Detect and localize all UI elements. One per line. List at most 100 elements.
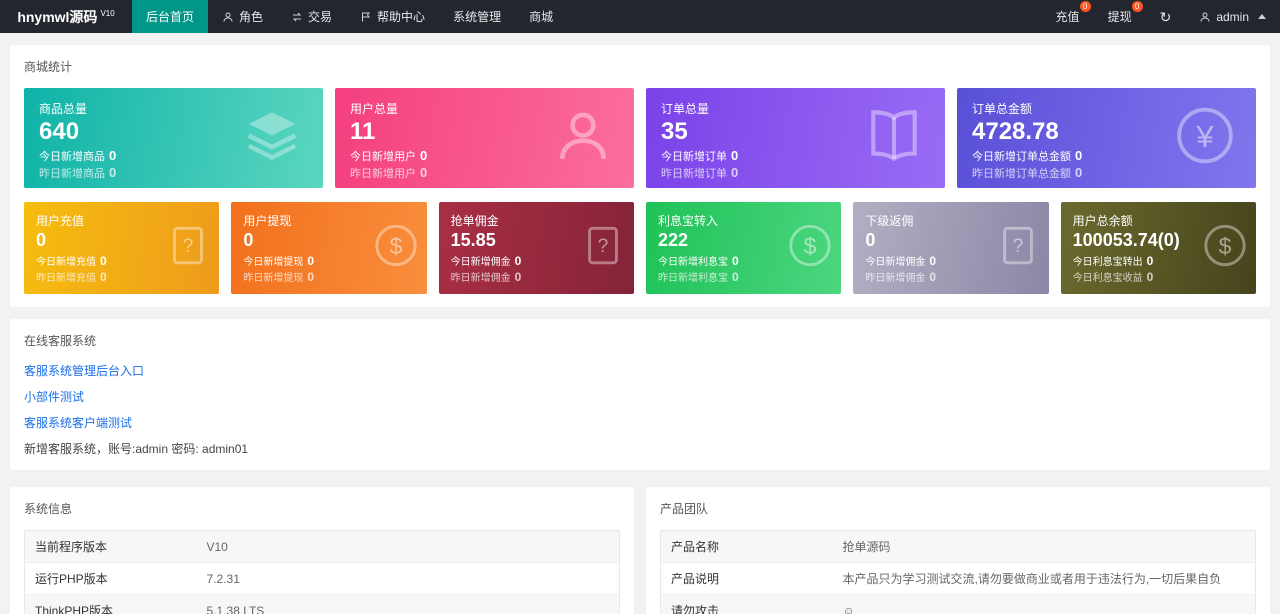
withdraw-badge: 0 <box>1131 1 1143 12</box>
system-info-table: 当前程序版本 V10 运行PHP版本 7.2.31 ThinkPHP版本 5.1… <box>24 530 620 614</box>
caret-up-icon <box>1258 14 1266 19</box>
row-value: 5.1.38 LTS <box>196 594 620 614</box>
today-value: 0 <box>100 254 107 269</box>
today-value: 0 <box>514 254 522 269</box>
navbar-right: 充值 0 提现 0 ↻ admin <box>1042 0 1280 33</box>
table-row: 产品说明 本产品只为学习测试交流,请勿要做商业或者用于违法行为,一切后果自负 <box>660 562 1256 595</box>
app-version: V10 <box>100 9 115 18</box>
service-admin-entry-link[interactable]: 客服系统管理后台入口 <box>24 362 1256 379</box>
service-client-test-link[interactable]: 客服系统客户端测试 <box>24 414 1256 431</box>
row-value: 抢单源码 <box>832 530 1256 563</box>
app-logo[interactable]: hnymwl源码 V10 <box>0 0 132 33</box>
stat-card-user-balance: 用户总余额 100053.74(0) 今日利息宝转出 0 今日利息宝收益 0 $ <box>1060 202 1256 294</box>
person-icon <box>222 11 234 23</box>
nav-item-roles[interactable]: 角色 <box>208 0 277 33</box>
table-row: 运行PHP版本 7.2.31 <box>24 562 620 595</box>
nav-item-trade[interactable]: 交易 <box>277 0 346 33</box>
yesterday-label: 昨日新增用户 <box>350 168 416 180</box>
top-navbar: hnymwl源码 V10 后台首页 角色 交易 帮助中心 系统管理 商城 充值 … <box>0 0 1280 33</box>
today-value: 0 <box>307 254 315 269</box>
yesterday-label: 昨日新增提现 <box>243 273 304 285</box>
svg-text:?: ? <box>183 236 194 257</box>
table-row: 请勿攻击 ☺ <box>660 594 1256 614</box>
today-value: 0 <box>1075 148 1083 163</box>
nav-item-roles-label: 角色 <box>239 10 264 24</box>
nav-item-help[interactable]: 帮助中心 <box>346 0 439 33</box>
table-row: ThinkPHP版本 5.1.38 LTS <box>24 594 620 614</box>
doc-icon: ? <box>165 223 211 274</box>
nav-item-mall[interactable]: 商城 <box>515 0 567 33</box>
svg-text:$: $ <box>389 233 402 259</box>
refresh-icon: ↻ <box>1159 8 1172 25</box>
yesterday-value: 0 <box>1075 165 1083 180</box>
product-team-panel: 产品团队 产品名称 抢单源码 产品说明 本产品只为学习测试交流,请勿要做商业或者… <box>646 487 1270 614</box>
main-nav: 后台首页 角色 交易 帮助中心 系统管理 商城 <box>132 0 567 33</box>
table-row: 产品名称 抢单源码 <box>660 530 1256 563</box>
yesterday-value: 0 <box>514 270 522 285</box>
nav-item-home-label: 后台首页 <box>146 10 195 24</box>
recharge-label: 充值 <box>1055 10 1080 24</box>
today-label: 今日新增充值 <box>36 257 96 269</box>
username: admin <box>1216 9 1249 24</box>
withdraw-label: 提现 <box>1107 10 1132 24</box>
user-icon <box>552 105 614 172</box>
product-team-table: 产品名称 抢单源码 产品说明 本产品只为学习测试交流,请勿要做商业或者用于违法行… <box>660 530 1256 614</box>
row-label: 产品名称 <box>660 530 833 563</box>
yesterday-label: 昨日新增充值 <box>36 273 96 285</box>
today-value: 0 <box>929 254 937 269</box>
today-value: 0 <box>109 148 117 163</box>
stats-panel: 商城统计 商品总量 640 今日新增商品 0 昨日新增商品 0 用户总量 11 今日… <box>10 45 1270 307</box>
stat-card-goods-total: 商品总量 640 今日新增商品 0 昨日新增商品 0 <box>24 88 323 188</box>
today-label: 今日新增商品 <box>39 151 105 163</box>
service-panel: 在线客服系统 客服系统管理后台入口 小部件测试 客服系统客户端测试 新增客服系统… <box>10 319 1270 470</box>
yesterday-label: 昨日新增订单 <box>661 168 727 180</box>
nav-item-trade-label: 交易 <box>308 10 333 24</box>
stat-card-sub-rebate: 下级返佣 0 今日新增佣金 0 昨日新增佣金 0 ? <box>853 202 1049 294</box>
row-value: 7.2.31 <box>196 562 620 595</box>
today-value: 0 <box>731 148 739 163</box>
book-icon <box>863 105 925 172</box>
yesterday-value: 0 <box>1146 270 1154 285</box>
row-label: ThinkPHP版本 <box>24 594 197 614</box>
yesterday-label: 今日利息宝收益 <box>1072 273 1143 285</box>
nav-item-home[interactable]: 后台首页 <box>132 0 209 33</box>
stat-card-users-total: 用户总量 11 今日新增用户 0 昨日新增用户 0 <box>335 88 634 188</box>
user-icon <box>1199 11 1211 23</box>
layers-icon <box>241 105 303 172</box>
table-row: 当前程序版本 V10 <box>24 530 620 563</box>
app-logo-text: hnymwl源码 <box>17 8 98 25</box>
big-cards-row: 商品总量 640 今日新增商品 0 昨日新增商品 0 用户总量 11 今日新增用户 0… <box>24 88 1256 188</box>
stat-card-order-commission: 抢单佣金 15.85 今日新增佣金 0 昨日新增佣金 0 ? <box>438 202 634 294</box>
svg-text:$: $ <box>804 233 817 259</box>
today-label: 今日新增佣金 <box>865 257 926 269</box>
nav-item-system[interactable]: 系统管理 <box>439 0 515 33</box>
yesterday-value: 0 <box>100 270 107 285</box>
dollar-icon: $ <box>1202 223 1248 274</box>
svg-text:?: ? <box>598 236 609 257</box>
widget-test-link[interactable]: 小部件测试 <box>24 388 1256 405</box>
yesterday-value: 0 <box>731 270 739 285</box>
yesterday-label: 昨日新增订单总金额 <box>972 168 1071 180</box>
withdraw-button[interactable]: 提现 0 <box>1094 0 1146 33</box>
system-info-title: 系统信息 <box>24 502 73 516</box>
svg-text:?: ? <box>1012 236 1023 257</box>
bottom-panels: 系统信息 当前程序版本 V10 运行PHP版本 7.2.31 ThinkPHP版… <box>10 487 1270 614</box>
row-value: V10 <box>196 530 620 563</box>
main-content: 商城统计 商品总量 640 今日新增商品 0 昨日新增商品 0 用户总量 11 今日… <box>0 33 1280 614</box>
service-links: 客服系统管理后台入口 小部件测试 客服系统客户端测试 <box>24 362 1256 431</box>
row-label: 当前程序版本 <box>24 530 197 563</box>
recharge-button[interactable]: 充值 0 <box>1042 0 1094 33</box>
yesterday-value: 0 <box>731 165 739 180</box>
stat-card-user-withdraw: 用户提现 0 今日新增提现 0 昨日新增提现 0 $ <box>231 202 427 294</box>
user-menu[interactable]: admin <box>1185 0 1280 33</box>
today-label: 今日新增佣金 <box>450 257 511 269</box>
nav-item-mall-label: 商城 <box>529 10 554 24</box>
nav-item-system-label: 系统管理 <box>453 10 502 24</box>
today-label: 今日新增提现 <box>243 257 304 269</box>
svg-text:¥: ¥ <box>1195 119 1214 154</box>
row-label: 请勿攻击 <box>660 594 833 614</box>
stat-card-orders-total: 订单总量 35 今日新增订单 0 昨日新增订单 0 <box>646 88 945 188</box>
refresh-button[interactable]: ↻ <box>1146 0 1186 33</box>
flag-icon <box>360 11 372 23</box>
svg-text:$: $ <box>1219 233 1232 259</box>
